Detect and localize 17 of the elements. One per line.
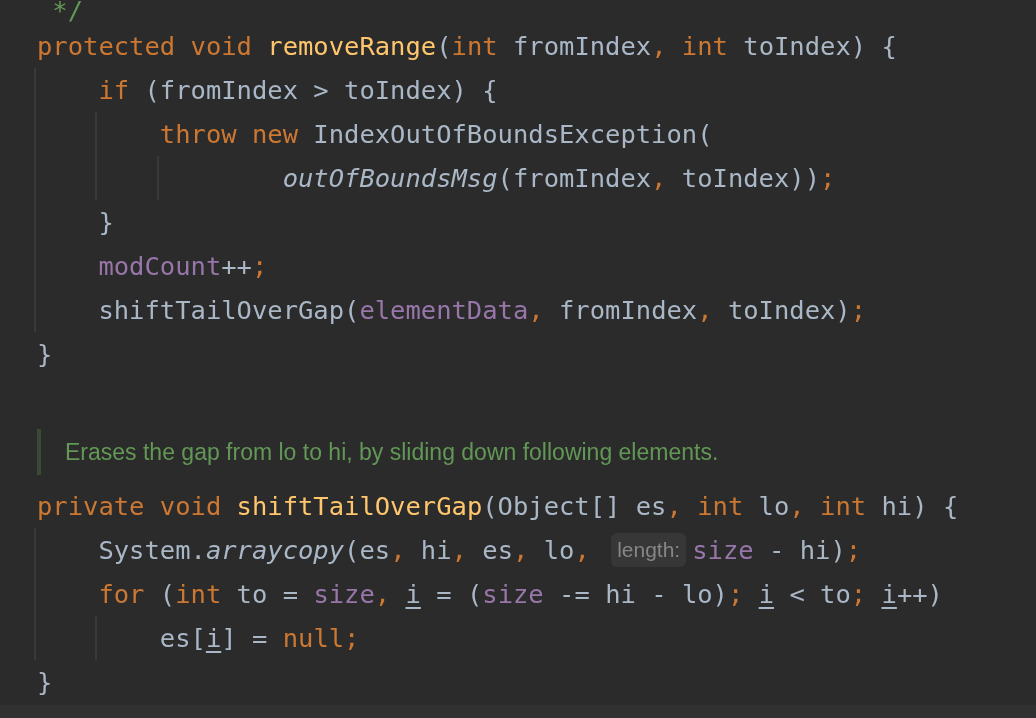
code-line: }	[37, 339, 53, 368]
code-line: modCount++;	[97, 251, 268, 280]
code-line: shiftTailOverGap(elementData, fromIndex, toIndex);	[97, 295, 867, 324]
code-line: System.arraycopy(es, hi, es, lo,	[97, 535, 591, 564]
code-line: if (fromIndex > toIndex) {	[97, 75, 498, 104]
code-line: }	[97, 207, 114, 236]
code-line: */	[51, 0, 84, 24]
code-line: throw new IndexOutOfBoundsException(	[158, 119, 713, 148]
doc-comment: Erases the gap from lo to hi, by sliding down following elements.	[37, 429, 719, 475]
code-line: size - hi);	[692, 535, 862, 564]
code-line: es[i] = null;	[158, 623, 360, 652]
parameter-hint: length:	[611, 533, 687, 567]
code-line: outOfBoundsMsg(fromIndex, toIndex));	[281, 163, 836, 192]
code-line: for (int to = size, i = (size -= hi - lo); i < to; i++)	[97, 579, 943, 608]
code-line: }	[37, 667, 53, 696]
code-line: protected void removeRange(int fromIndex, int toIndex) {	[37, 31, 897, 60]
code-line: private void shiftTailOverGap(Object[] es, int lo, int hi) {	[37, 491, 959, 520]
